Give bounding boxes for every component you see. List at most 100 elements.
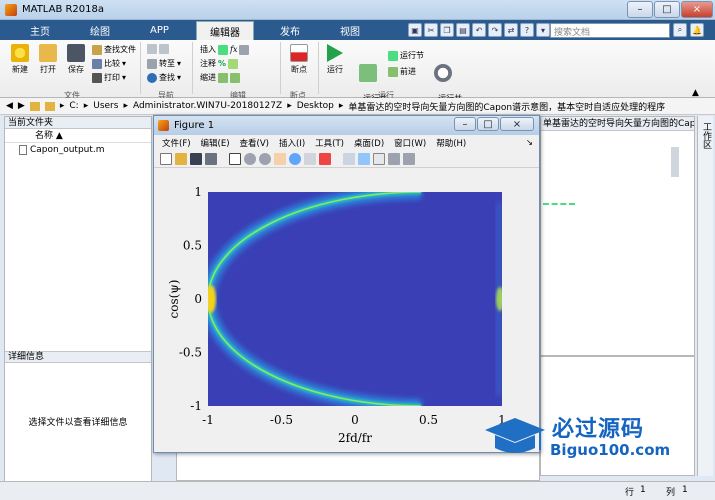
app-title: MATLAB R2018a bbox=[22, 4, 105, 15]
tab-publish[interactable]: 发布 bbox=[270, 21, 310, 40]
x-tick-label: -0.5 bbox=[270, 413, 293, 427]
save-figure-icon[interactable] bbox=[190, 152, 202, 165]
dock-arrow-icon[interactable]: ↘ bbox=[526, 138, 533, 148]
indent-button[interactable]: 缩进 bbox=[200, 72, 240, 83]
hide-tools-icon[interactable] bbox=[388, 152, 400, 165]
find-button[interactable]: 查找 ▾ bbox=[147, 72, 181, 83]
brush-icon[interactable] bbox=[319, 152, 331, 165]
path-separator: ▸ bbox=[123, 101, 128, 111]
group-divider bbox=[192, 42, 193, 94]
undo-icon[interactable]: ↶ bbox=[472, 23, 486, 37]
search-icon[interactable]: ⌕ bbox=[673, 23, 687, 37]
watermark-text-en: Biguo100.com bbox=[550, 441, 671, 459]
minimize-button[interactable]: – bbox=[627, 1, 653, 18]
search-docs-input[interactable]: 搜索文档 bbox=[550, 23, 670, 38]
path-segment[interactable]: C: bbox=[69, 101, 78, 111]
details-title: 详细信息 bbox=[8, 352, 45, 362]
show-tools-icon[interactable] bbox=[403, 152, 415, 165]
folder-up-icon[interactable] bbox=[29, 101, 40, 111]
menu-desktop[interactable]: 桌面(D) bbox=[354, 137, 384, 149]
menu-tools[interactable]: 工具(T) bbox=[315, 137, 344, 149]
fx-icon[interactable]: fx bbox=[230, 45, 237, 54]
tab-apps[interactable]: APP bbox=[140, 21, 179, 40]
menu-insert[interactable]: 插入(I) bbox=[279, 137, 305, 149]
tab-editor[interactable]: 编辑器 bbox=[196, 21, 254, 40]
run-section-icon bbox=[388, 50, 398, 61]
comment-button[interactable]: 注释% bbox=[200, 58, 239, 69]
new-figure-icon[interactable] bbox=[160, 152, 172, 165]
maximize-button[interactable]: □ bbox=[654, 1, 680, 18]
switch-windows-icon[interactable]: ⇄ bbox=[504, 23, 518, 37]
redo-icon[interactable]: ↷ bbox=[488, 23, 502, 37]
figure-close-button[interactable]: × bbox=[500, 117, 534, 131]
path-segment[interactable]: Administrator.WIN7U-20180127Z bbox=[133, 101, 282, 111]
browse-folder-icon[interactable] bbox=[44, 101, 55, 111]
outdent-icon bbox=[230, 72, 240, 83]
path-segment[interactable]: 单基雷达的空时导向矢量方向图的Capon谱示意图，基本空时自适应处理的程序 bbox=[348, 100, 665, 113]
colorbar-icon[interactable] bbox=[358, 152, 370, 165]
breakpoints-button[interactable]: 断点 bbox=[285, 44, 313, 75]
scrollbar-thumb[interactable] bbox=[671, 147, 679, 177]
tab-view[interactable]: 视图 bbox=[330, 21, 370, 40]
section-divider-line bbox=[543, 203, 575, 205]
zoom-in-icon[interactable] bbox=[244, 152, 256, 165]
paste-icon[interactable]: ▤ bbox=[456, 23, 470, 37]
collapse-ribbon-icon[interactable]: ▲ bbox=[692, 88, 699, 98]
menu-view[interactable]: 查看(V) bbox=[240, 137, 269, 149]
open-button[interactable]: 打开 bbox=[34, 44, 62, 75]
print-label: 打印 bbox=[104, 73, 120, 82]
data-cursor-icon[interactable] bbox=[304, 152, 316, 165]
print-button[interactable]: 打印 ▾ bbox=[92, 72, 126, 83]
watermark-text-cn: 必过源码 bbox=[552, 417, 645, 442]
col-value: 1 bbox=[682, 485, 688, 495]
matlab-logo-icon bbox=[5, 4, 17, 16]
forward-icon bbox=[159, 44, 169, 54]
menu-file[interactable]: 文件(F) bbox=[162, 137, 191, 149]
link-plot-icon[interactable] bbox=[343, 152, 355, 165]
workspace-side-label: 工作区 bbox=[701, 122, 711, 149]
menu-help[interactable]: 帮助(H) bbox=[436, 137, 466, 149]
goto-button[interactable]: 转至 ▾ bbox=[147, 58, 181, 69]
find-icon bbox=[147, 72, 157, 83]
open-file-icon[interactable] bbox=[175, 152, 187, 165]
figure-minimize-button[interactable]: – bbox=[454, 117, 476, 131]
name-column-header[interactable]: 名称 ▲ bbox=[5, 129, 151, 143]
zoom-out-icon[interactable] bbox=[259, 152, 271, 165]
tab-plots[interactable]: 绘图 bbox=[80, 21, 120, 40]
run-label: 运行 bbox=[327, 65, 343, 74]
cut-icon[interactable]: ✂ bbox=[424, 23, 438, 37]
path-segment[interactable]: Users bbox=[93, 101, 118, 111]
search-options-icon[interactable]: ▾ bbox=[536, 23, 550, 37]
find-files-button[interactable]: 查找文件 bbox=[92, 44, 136, 55]
help-icon[interactable]: ? bbox=[520, 23, 534, 37]
advance-button[interactable]: 前进 bbox=[388, 66, 416, 77]
copy-icon[interactable]: ❐ bbox=[440, 23, 454, 37]
figure-maximize-button[interactable]: □ bbox=[477, 117, 499, 131]
print-figure-icon[interactable] bbox=[205, 152, 217, 165]
menu-edit[interactable]: 编辑(E) bbox=[201, 137, 230, 149]
breakpoint-icon bbox=[290, 44, 308, 62]
back-icon[interactable]: ◀ bbox=[6, 101, 13, 111]
save-button[interactable]: 保存 bbox=[62, 44, 90, 75]
back-forward-buttons[interactable] bbox=[147, 44, 169, 54]
run-section-button[interactable]: 运行节 bbox=[388, 50, 424, 61]
compare-button[interactable]: 比较 ▾ bbox=[92, 58, 126, 69]
list-item[interactable]: Capon_output.m bbox=[5, 143, 151, 157]
quick-save-icon[interactable]: ▣ bbox=[408, 23, 422, 37]
name-column-label: 名称 bbox=[35, 131, 54, 141]
run-button[interactable]: 运行 bbox=[322, 44, 348, 75]
tab-home[interactable]: 主页 bbox=[20, 21, 60, 40]
close-button[interactable]: × bbox=[681, 1, 713, 18]
path-segment[interactable]: Desktop bbox=[297, 101, 334, 111]
notification-icon[interactable]: 🔔 bbox=[690, 23, 704, 37]
insert-label: 插入 bbox=[200, 45, 216, 54]
new-button[interactable]: 新建 bbox=[6, 44, 34, 75]
editor-tab[interactable]: 单基雷达的空时导向矢量方向图的Capon谱示意图，基本空时... bbox=[541, 117, 694, 131]
rotate-icon[interactable] bbox=[289, 152, 301, 165]
menu-window[interactable]: 窗口(W) bbox=[394, 137, 426, 149]
pan-icon[interactable] bbox=[274, 152, 286, 165]
insert-button[interactable]: 插入 fx bbox=[200, 44, 250, 55]
legend-icon[interactable] bbox=[373, 152, 385, 165]
pointer-icon[interactable] bbox=[229, 152, 241, 165]
forward-icon[interactable]: ▶ bbox=[18, 101, 25, 111]
